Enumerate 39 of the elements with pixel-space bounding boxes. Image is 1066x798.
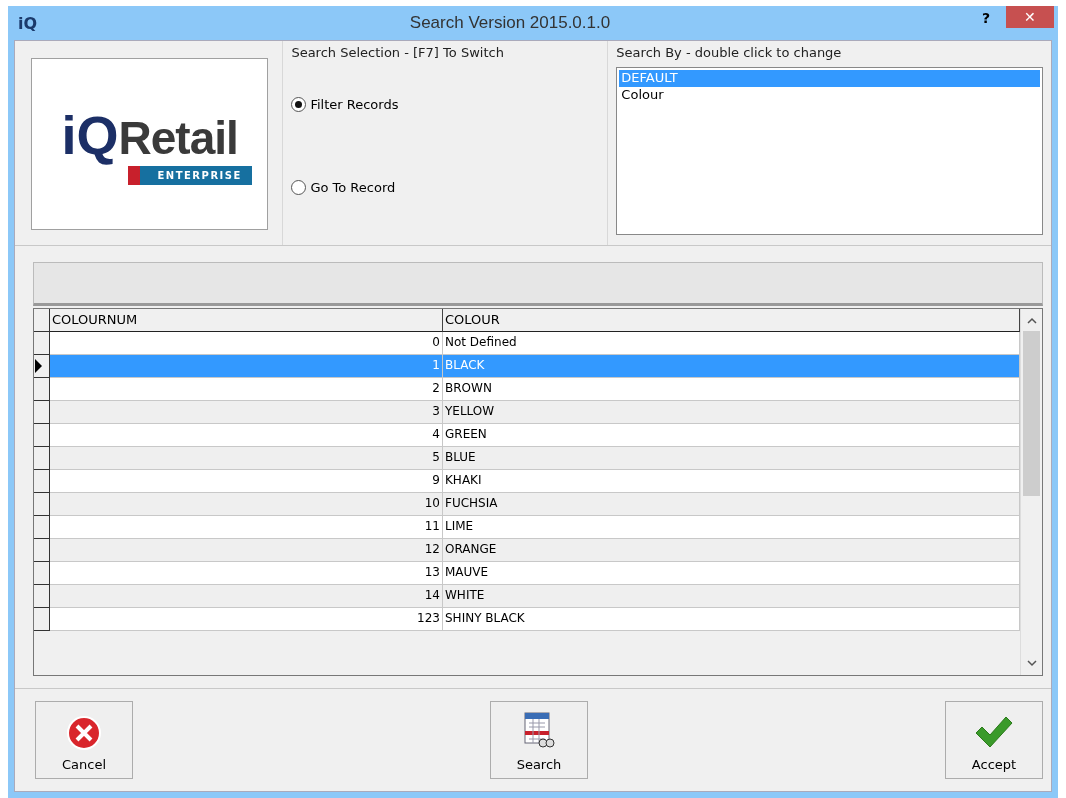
- column-header[interactable]: COLOUR: [443, 309, 1020, 332]
- table-row[interactable]: 11 LIME: [34, 516, 1020, 539]
- current-row-icon: [34, 359, 42, 373]
- scrollbar-thumb[interactable]: [1023, 331, 1040, 496]
- scroll-up-icon[interactable]: [1026, 317, 1037, 325]
- table-row[interactable]: 5 BLUE: [34, 447, 1020, 470]
- close-button[interactable]: ✕: [1006, 6, 1054, 28]
- table-row[interactable]: 14 WHITE: [34, 585, 1020, 608]
- table-row[interactable]: 12 ORANGE: [34, 539, 1020, 562]
- radio-option[interactable]: Filter Records: [291, 97, 600, 112]
- error-icon: [66, 715, 102, 751]
- table-row[interactable]: 10 FUCHSIA: [34, 493, 1020, 516]
- cancel-button[interactable]: Cancel: [35, 701, 133, 779]
- scroll-down-icon[interactable]: [1026, 659, 1037, 667]
- radio-icon[interactable]: [291, 180, 307, 195]
- group-title: Search By - double click to change: [616, 45, 843, 62]
- radio-option[interactable]: Go To Record: [291, 180, 600, 195]
- app-logo: iQ: [17, 13, 39, 33]
- table-row[interactable]: 2 BROWN: [34, 378, 1020, 401]
- table-row[interactable]: 3 YELLOW: [34, 401, 1020, 424]
- table-row[interactable]: 9 KHAKI: [34, 470, 1020, 493]
- table-cell: SHINY BLACK: [443, 608, 1020, 631]
- logo-name: Retail: [118, 110, 238, 165]
- table-row[interactable]: 4 GREEN: [34, 424, 1020, 447]
- radio-icon[interactable]: [291, 97, 307, 112]
- list-item[interactable]: Colour: [619, 87, 1040, 104]
- group-title: Search Selection - [F7] To Switch: [291, 45, 505, 62]
- table-row[interactable]: 13 MAUVE: [34, 562, 1020, 585]
- search-button[interactable]: Search: [490, 701, 588, 779]
- table-row[interactable]: 123 SHINY BLACK: [34, 608, 1020, 631]
- window-title: Search Version 2015.0.1.0: [408, 13, 612, 33]
- column-header[interactable]: COLOURNUM: [50, 309, 443, 332]
- logo-tagline: ENTERPRISE: [127, 165, 252, 185]
- table-row[interactable]: 0 Not Defined: [34, 332, 1020, 355]
- table-search-icon: [523, 711, 555, 751]
- table-cell: 123: [50, 608, 443, 631]
- accept-button[interactable]: Accept: [945, 701, 1043, 779]
- logo-mark: iQ: [61, 103, 119, 166]
- help-button[interactable]: ?: [966, 10, 1006, 26]
